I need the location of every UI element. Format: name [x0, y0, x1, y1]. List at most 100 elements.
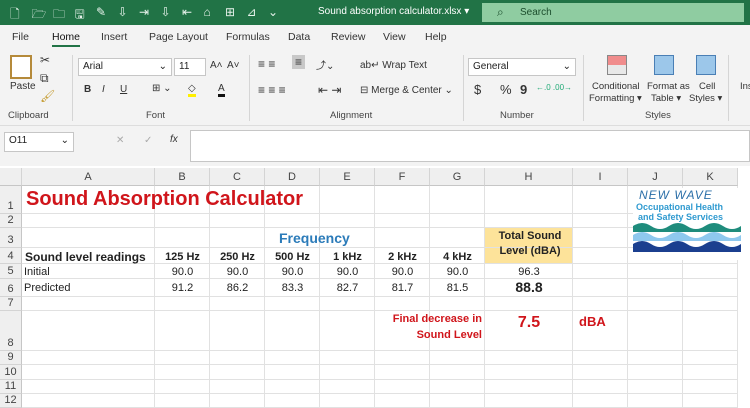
insert-icon[interactable]: ⇩	[118, 5, 128, 19]
cell[interactable]	[628, 394, 683, 408]
comma-button[interactable]: 9	[520, 82, 527, 97]
cell[interactable]	[485, 297, 573, 311]
cell[interactable]	[155, 297, 210, 311]
cell[interactable]	[430, 365, 485, 380]
cell[interactable]	[320, 365, 375, 380]
row-header[interactable]: 10	[0, 365, 22, 380]
tab-help[interactable]: Help	[425, 31, 447, 43]
cell[interactable]	[155, 365, 210, 380]
chart-icon[interactable]: ⊿	[247, 5, 257, 19]
cell[interactable]	[628, 297, 683, 311]
cell[interactable]	[375, 394, 430, 408]
wrap-text-button[interactable]: ab↵ Wrap Text	[360, 60, 427, 71]
cell[interactable]	[210, 351, 265, 365]
cell[interactable]	[573, 297, 628, 311]
open-icon[interactable]: 🗁	[32, 5, 47, 26]
cell[interactable]	[683, 380, 738, 394]
column-header[interactable]: H	[485, 168, 573, 186]
decrease-font-icon[interactable]: A˅	[227, 60, 240, 71]
copy-icon[interactable]: ⧉	[40, 71, 49, 86]
cell[interactable]	[155, 311, 210, 351]
increase-decimal-icon[interactable]: ←.0 .00→	[536, 83, 572, 92]
cell[interactable]	[430, 351, 485, 365]
row-header[interactable]: 11	[0, 380, 22, 394]
row-header[interactable]: 3	[0, 228, 22, 248]
tab-review[interactable]: Review	[331, 31, 365, 43]
cancel-icon[interactable]: ✕	[116, 135, 124, 146]
insert-cells-button[interactable]: Ins	[740, 81, 750, 92]
cell[interactable]	[22, 311, 155, 351]
cell[interactable]	[320, 351, 375, 365]
cell[interactable]	[375, 228, 430, 248]
column-header[interactable]: G	[430, 168, 485, 186]
underline-button[interactable]: U	[120, 84, 127, 95]
column-header[interactable]: B	[155, 168, 210, 186]
cell[interactable]	[430, 297, 485, 311]
cell[interactable]	[628, 264, 683, 279]
align-top-icon[interactable]: ≡ ≡	[258, 57, 275, 71]
cell[interactable]	[320, 297, 375, 311]
select-all-corner[interactable]	[0, 168, 22, 186]
cell[interactable]	[683, 394, 738, 408]
currency-button[interactable]: $	[474, 82, 481, 97]
cell[interactable]	[430, 228, 485, 248]
save-icon[interactable]: 🖫	[75, 5, 85, 26]
cell[interactable]	[375, 380, 430, 394]
font-size-select[interactable]: 11	[174, 58, 206, 76]
cell[interactable]	[430, 394, 485, 408]
row-header[interactable]: 12	[0, 394, 22, 408]
cell[interactable]	[22, 228, 155, 248]
cell[interactable]	[320, 380, 375, 394]
conditional-formatting-button[interactable]: Conditional	[592, 81, 640, 92]
column-header[interactable]: E	[320, 168, 375, 186]
cell[interactable]	[22, 394, 155, 408]
column-header[interactable]: C	[210, 168, 265, 186]
cell[interactable]	[430, 214, 485, 228]
italic-button[interactable]: I	[102, 84, 105, 95]
cell[interactable]	[22, 380, 155, 394]
column-header[interactable]: F	[375, 168, 430, 186]
formula-input[interactable]	[190, 130, 750, 162]
cell[interactable]	[628, 380, 683, 394]
cell[interactable]	[210, 311, 265, 351]
cell-styles-dropdown[interactable]: Styles ▾	[689, 93, 722, 104]
cell[interactable]	[265, 214, 320, 228]
row-header[interactable]: 4	[0, 248, 22, 264]
cell[interactable]	[265, 297, 320, 311]
conditional-formatting-icon[interactable]	[607, 55, 627, 75]
new-icon[interactable]: 🗋	[10, 5, 20, 26]
insert-col-icon[interactable]: ⇥	[139, 5, 149, 19]
cell[interactable]	[210, 297, 265, 311]
tab-file[interactable]: File	[12, 31, 29, 43]
cell[interactable]	[683, 297, 738, 311]
enter-icon[interactable]: ✓	[144, 135, 152, 146]
column-header[interactable]: J	[628, 168, 683, 186]
cell[interactable]	[485, 394, 573, 408]
tab-page-layout[interactable]: Page Layout	[149, 31, 208, 43]
cell[interactable]	[485, 380, 573, 394]
cell[interactable]	[485, 214, 573, 228]
cell[interactable]	[573, 186, 628, 214]
align-bottom-icon[interactable]: ≡	[292, 55, 306, 69]
row-header[interactable]: 1	[0, 186, 22, 214]
borders-icon[interactable]: ⊞ ⌄	[152, 83, 172, 94]
cell[interactable]	[210, 365, 265, 380]
cell[interactable]	[375, 351, 430, 365]
tab-home[interactable]: Home	[52, 31, 81, 47]
cell[interactable]	[485, 365, 573, 380]
cell[interactable]	[265, 311, 320, 351]
cell[interactable]	[430, 186, 485, 214]
cell[interactable]	[210, 228, 265, 248]
format-as-table-button[interactable]: Format as	[647, 81, 690, 92]
cell-styles-button[interactable]: Cell	[699, 81, 715, 92]
column-header[interactable]: D	[265, 168, 320, 186]
cell[interactable]	[320, 186, 375, 214]
cell[interactable]	[573, 248, 628, 264]
worksheet-grid[interactable]: A B C D E F G H I J K 1 2 3 4 5 6 7 8 9 10 11 12 Sound Absorpti…	[0, 168, 750, 408]
column-header[interactable]: A	[22, 168, 155, 186]
cell[interactable]	[683, 311, 738, 351]
tab-view[interactable]: View	[383, 31, 406, 43]
format-painter-icon[interactable]: ⌂	[204, 5, 211, 19]
cell[interactable]	[485, 186, 573, 214]
font-name-select[interactable]: Arial ⌄	[78, 58, 172, 76]
